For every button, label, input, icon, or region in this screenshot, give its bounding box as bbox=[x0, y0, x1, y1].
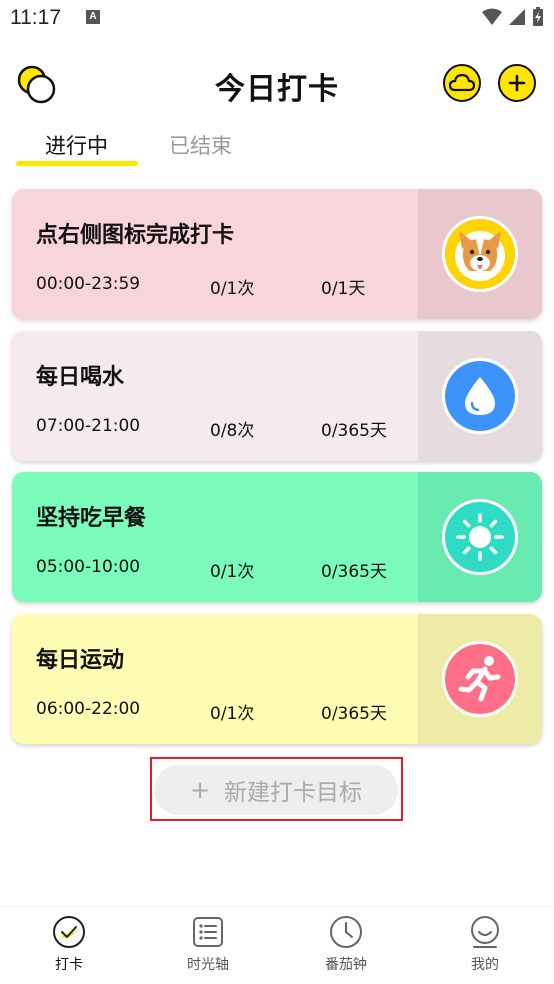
card-checkin-area[interactable] bbox=[418, 331, 542, 461]
card-checkin-area[interactable] bbox=[418, 472, 542, 602]
new-goal-plus-icon: + bbox=[189, 776, 211, 804]
tab-ended[interactable]: 已结束 bbox=[169, 130, 232, 160]
card-days: 0/365天 bbox=[321, 421, 387, 441]
nav-label: 番茄钟 bbox=[325, 957, 367, 973]
card-checkin-area[interactable] bbox=[418, 189, 542, 319]
card-time-range: 00:00-23:59 bbox=[36, 274, 141, 294]
card-title: 坚持吃早餐 bbox=[36, 506, 147, 531]
bottom-nav: 打卡 时光轴 番茄钟 我的 bbox=[0, 906, 554, 984]
timeline-list-icon bbox=[193, 917, 223, 947]
new-goal-highlight: + 新建打卡目标 bbox=[150, 757, 403, 821]
card-title: 每日运动 bbox=[36, 648, 125, 673]
cloud-icon bbox=[449, 74, 475, 92]
signal-icon bbox=[509, 9, 525, 25]
card-count: 0/8次 bbox=[210, 421, 255, 441]
nav-label: 我的 bbox=[471, 957, 499, 973]
status-time: 11:17 bbox=[10, 6, 61, 29]
card-time-range: 06:00-22:00 bbox=[36, 699, 141, 719]
checkin-card[interactable]: 每日喝水 07:00-21:00 0/8次 0/365天 bbox=[12, 331, 542, 461]
checkin-card[interactable]: 点右侧图标完成打卡 00:00-23:59 0/1次 0/1天 bbox=[12, 189, 542, 319]
status-bar: 11:17 A bbox=[0, 0, 554, 38]
card-count: 0/1次 bbox=[210, 562, 255, 582]
nav-item-timeline[interactable]: 时光轴 bbox=[158, 915, 258, 974]
profile-smile-icon bbox=[471, 916, 499, 948]
new-goal-button[interactable]: + 新建打卡目标 bbox=[154, 765, 398, 815]
wifi-icon bbox=[482, 8, 502, 25]
nav-item-pomodoro[interactable]: 番茄钟 bbox=[296, 915, 396, 974]
active-tab-indicator bbox=[16, 161, 138, 166]
card-time-range: 05:00-10:00 bbox=[36, 557, 141, 577]
card-days: 0/1天 bbox=[321, 279, 366, 299]
clock-icon bbox=[330, 916, 362, 948]
card-checkin-area[interactable] bbox=[418, 614, 542, 744]
app-header: 今日打卡 bbox=[0, 52, 554, 116]
water-drop-icon[interactable] bbox=[442, 358, 518, 434]
card-days: 0/365天 bbox=[321, 562, 387, 582]
card-days: 0/365天 bbox=[321, 704, 387, 724]
checkin-card[interactable]: 坚持吃早餐 05:00-10:00 0/1次 0/365天 bbox=[12, 472, 542, 602]
new-goal-label: 新建打卡目标 bbox=[224, 780, 363, 806]
nav-label: 时光轴 bbox=[187, 957, 229, 973]
running-person-icon[interactable] bbox=[442, 641, 518, 717]
card-count: 0/1次 bbox=[210, 279, 255, 299]
corgi-dog-icon[interactable] bbox=[442, 216, 518, 292]
card-title: 每日喝水 bbox=[36, 365, 125, 390]
checkin-card[interactable]: 每日运动 06:00-22:00 0/1次 0/365天 bbox=[12, 614, 542, 744]
status-icons bbox=[482, 7, 544, 27]
card-time-range: 07:00-21:00 bbox=[36, 416, 141, 436]
card-count: 0/1次 bbox=[210, 704, 255, 724]
nav-item-profile[interactable]: 我的 bbox=[435, 915, 535, 974]
card-title: 点右侧图标完成打卡 bbox=[36, 223, 235, 248]
add-button[interactable] bbox=[498, 64, 536, 102]
tab-in-progress[interactable]: 进行中 bbox=[45, 130, 108, 160]
battery-icon bbox=[533, 7, 543, 26]
plus-icon bbox=[508, 74, 526, 92]
sun-icon[interactable] bbox=[442, 499, 518, 575]
nav-label: 打卡 bbox=[55, 957, 83, 973]
notification-icon: A bbox=[86, 10, 100, 24]
cloud-sync-button[interactable] bbox=[443, 64, 481, 102]
tab-bar: 进行中 已结束 bbox=[0, 126, 554, 170]
nav-item-checkin[interactable]: 打卡 bbox=[19, 915, 119, 974]
checkin-icon bbox=[53, 916, 85, 948]
